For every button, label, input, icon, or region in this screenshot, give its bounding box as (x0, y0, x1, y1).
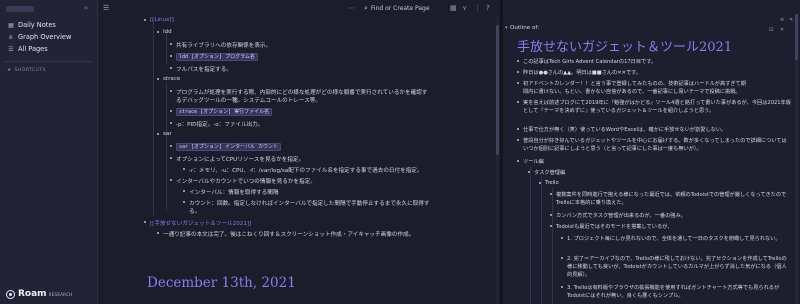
page-link[interactable]: [[手放せないガジェット＆ツール2021]] (143, 219, 251, 227)
shortcuts-header: ★ SHORTCUTS (7, 68, 46, 73)
settings-icon[interactable]: ⋮ (474, 4, 481, 12)
graph-icon: ⋔ (8, 33, 14, 41)
sidebar-divider (4, 61, 92, 62)
sidebar-item-label: Daily Notes (18, 21, 56, 29)
help-icon[interactable]: ? (486, 4, 490, 12)
logo-text: Roam (18, 289, 47, 299)
collapse-sidebar-icon[interactable]: « (84, 4, 88, 12)
more-icon[interactable]: ⋯ (348, 4, 355, 12)
calendar-button-icon[interactable]: ▦ (450, 4, 457, 12)
block[interactable]: フルパスを指定する。 (170, 65, 232, 73)
code-inline: strace [オプション] 実行ファイル名 (176, 108, 273, 116)
block[interactable]: カンバン方式でタスク管理が出来るのが、一番の強み。 (550, 212, 686, 219)
main-scrollbar[interactable] (496, 17, 499, 304)
pin-icon[interactable]: ⊡ (769, 27, 773, 33)
sidebar-item-daily-notes[interactable]: ▦ Daily Notes (4, 19, 94, 31)
sidebar-item-label: Graph Overview (18, 33, 72, 41)
roam-logo: Roam RESEARCH (6, 289, 72, 299)
left-sidebar: « ▦ Daily Notes ⋔ Graph Overview ☰ All P… (0, 0, 98, 304)
close-pane-icon[interactable]: ✕ (780, 27, 784, 33)
block[interactable]: -p：PID指定。-o：ファイル出力。 (169, 120, 263, 128)
block[interactable]: ldd [オプション] プログラム名 (170, 53, 258, 61)
block[interactable]: 一通り記事の本文は完了。後はこねくり回す＆スクリーンショット作成・アイキャッチ画… (156, 230, 414, 238)
drag-icon[interactable]: ≡ (780, 17, 784, 23)
logo-subtext: RESEARCH (48, 291, 73, 297)
block[interactable]: インターバル：情報を取得する間隔 (182, 188, 278, 196)
daily-note-title[interactable]: December 13th, 2021 (147, 275, 296, 291)
menu-icon[interactable]: ☰ (103, 4, 109, 12)
block[interactable]: strace (156, 76, 180, 82)
page-link[interactable]: [[Linux]] (144, 17, 174, 23)
outline-label: Outline of: (510, 25, 540, 31)
calendar-icon: ▦ (8, 21, 14, 29)
search-icon: ⌕ (364, 4, 368, 12)
block[interactable]: ldd (157, 29, 172, 35)
roam-logo-icon (6, 289, 15, 299)
block[interactable]: 複数案件を同時進行で抱える様になった最近では、依頼のTodoistでの管理が厳し… (550, 191, 792, 207)
list-icon: ☰ (8, 45, 14, 53)
chevron-down-icon[interactable]: ▾ (505, 25, 508, 31)
block[interactable]: 普段自分が好き好んでいるガジェットやツールを中心にお届けする。数が多くなってしま… (517, 137, 791, 153)
block-continuation: る。 (189, 209, 201, 215)
block[interactable]: この記事はTech Girls Advent Calendarの17日目です。 (516, 58, 656, 65)
scrollbar-thumb[interactable] (496, 25, 499, 155)
close-sidebar-icon[interactable]: ✕ (789, 17, 793, 23)
block[interactable]: sar [オプション] インターバル カウント (169, 143, 282, 151)
right-sidebar: ≡ ✕ ▾ Outline of: ⊡ ✕ 手放せないガジェット＆ツール2021… (503, 0, 800, 304)
block[interactable]: Todoistも最近ではそのモードを搭載しているが、 (549, 223, 672, 230)
block-continuation: 間内に書けない。もとい、書かない自信があるので、一番記事にし易いテーマで投稿に挑… (523, 89, 741, 95)
indent-guide (153, 19, 154, 215)
sidebar-item-label: All Pages (18, 45, 48, 53)
block[interactable]: 実を言えば前述ブログにて2019年に『勉強がはかどる』ツール4選と銘打って書いた… (517, 99, 791, 115)
block[interactable]: 2. 完了＝アーカイブなので、Trelloの様に残しておけない。完了セクションを… (561, 255, 791, 279)
filter-icon[interactable]: ⋎ (462, 4, 467, 12)
sidebar-item-graph-overview[interactable]: ⋔ Graph Overview (4, 31, 94, 43)
block[interactable]: sar (157, 131, 172, 137)
block[interactable]: 初アドベントカレンダー！！と言う事で登録してみたものの、技術記事はハードルが高す… (517, 80, 746, 87)
block[interactable]: プログラムが処理を実行する際、内部的にどの様な処理がどの様な順番で実行されている… (169, 88, 427, 96)
block[interactable]: 仕事で仕方が無く（笑）使っているWordやExcelは、確かに手放せないが割愛し… (516, 126, 726, 133)
block[interactable]: 昨日は●●さんの▲▲。明日は■■さんの✕✕です。 (516, 69, 641, 76)
sidebar-nav: ▦ Daily Notes ⋔ Graph Overview ☰ All Pag… (4, 19, 94, 55)
block[interactable]: Trello (539, 180, 559, 186)
block[interactable]: 1. プロジェクト毎にしか見れないので、全体を通して一日のタスクを俯瞰して見られ… (561, 235, 791, 243)
block-continuation: るデバッグツールの一種。システムコールのトレース等。 (176, 98, 321, 104)
graph-name[interactable] (6, 6, 34, 12)
block[interactable]: ツール編 (517, 158, 544, 165)
top-bar: ☰ ⋯ ⌕ Find or Create Page ▦ ⋎ ⋮ ? (98, 0, 500, 17)
code-inline: ldd [オプション] プログラム名 (176, 53, 258, 61)
block[interactable]: 共有ライブラリへの依存関係を表示。 (169, 41, 271, 49)
block[interactable]: -r：メモリ、-u：CPU、-f：/var/log/sa配下のファイル名を指定す… (182, 166, 422, 174)
block[interactable]: カウント：回数。指定しなければインターバルで指定した間隔で手動停止するまで永久に… (182, 199, 429, 207)
code-inline: sar [オプション] インターバル カウント (176, 143, 282, 151)
sidebar-item-all-pages[interactable]: ☰ All Pages (4, 43, 94, 55)
search-input[interactable]: ⌕ Find or Create Page (364, 3, 448, 14)
indent-guide (166, 141, 167, 211)
indent-guide (552, 187, 553, 304)
block[interactable]: オプションによってCPUリソースを見るかを指定。 (169, 155, 304, 163)
scrollbar-thumb[interactable] (795, 14, 798, 60)
right-scrollbar[interactable] (795, 14, 798, 304)
star-icon: ★ (7, 68, 12, 73)
main-content: [[Linux]] ldd 共有ライブラリへの依存関係を表示。 ldd [オプシ… (98, 17, 500, 304)
indent-guide (541, 176, 542, 304)
block[interactable]: タスク管理編 (527, 169, 565, 176)
search-placeholder: Find or Create Page (370, 5, 430, 12)
block[interactable]: strace [オプション] 実行ファイル名 (169, 108, 273, 116)
indent-guide (530, 166, 531, 304)
block[interactable]: インターバルやカウントでいつの情報を見るかを指定。 (170, 177, 316, 185)
block[interactable]: 3. Trelloは有料版やブラウザの拡張機能を使用すればガントチャート方式等で… (561, 284, 791, 300)
indent-guide (166, 31, 167, 65)
shortcuts-label: SHORTCUTS (14, 68, 46, 73)
page-title[interactable]: 手放せないガジェット＆ツール2021 (517, 36, 732, 55)
